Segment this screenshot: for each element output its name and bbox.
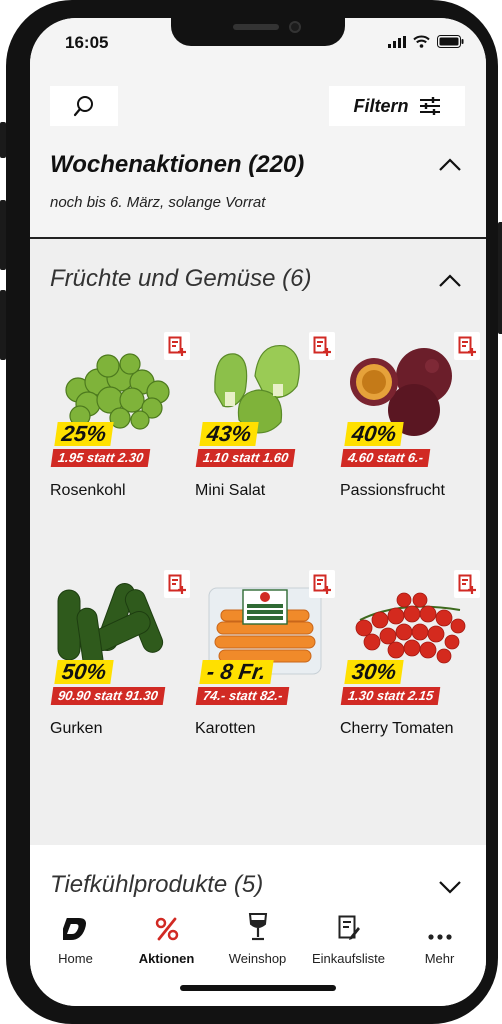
- price-label: 1.10 statt 1.60: [195, 449, 296, 467]
- product-name: Passionsfrucht: [340, 482, 445, 499]
- discount-badge: 50%: [54, 659, 114, 684]
- tab-aktionen[interactable]: Aktionen: [121, 905, 212, 975]
- price-label: 74.- statt 82.-: [195, 687, 290, 705]
- power-button: [498, 222, 502, 334]
- product-card[interactable]: 25% 1.95 statt 2.30 Rosenkohl: [50, 332, 190, 532]
- search-button[interactable]: [50, 86, 118, 126]
- tab-home[interactable]: Home: [30, 905, 121, 975]
- add-to-list-button[interactable]: [454, 332, 480, 360]
- more-icon: [427, 934, 452, 940]
- product-name: Cherry Tomaten: [340, 720, 454, 737]
- home-indicator: [180, 985, 336, 991]
- search-icon: [73, 96, 93, 117]
- add-to-list-icon: [168, 574, 186, 594]
- app-screen: 16:05 Filtern Wochenaktionen (220) noch …: [30, 18, 486, 1006]
- product-name: Mini Salat: [195, 482, 266, 499]
- discount-badge: 25%: [54, 421, 114, 446]
- add-to-list-icon: [458, 574, 476, 594]
- product-name: Gurken: [50, 720, 103, 737]
- tab-einkaufsliste[interactable]: Einkaufsliste: [303, 905, 394, 975]
- category-title[interactable]: Tiefkühlprodukte (5): [50, 871, 263, 899]
- add-to-list-icon: [313, 574, 331, 594]
- product-card[interactable]: 30% 1.30 statt 2.15 Cherry Tomaten: [340, 570, 480, 770]
- shopping-list-icon: [338, 915, 360, 940]
- product-card[interactable]: 43% 1.10 statt 1.60 Mini Salat: [195, 332, 335, 532]
- discount-badge: 40%: [344, 421, 404, 446]
- home-logo-icon: [62, 918, 86, 940]
- product-card[interactable]: 50% 90.90 statt 91.30 Gurken: [50, 570, 190, 770]
- percent-icon: [155, 917, 178, 941]
- add-to-list-button[interactable]: [164, 332, 190, 360]
- price-label: 1.30 statt 2.15: [340, 687, 441, 705]
- mute-switch: [0, 122, 6, 158]
- price-label: 90.90 statt 91.30: [50, 687, 165, 705]
- add-to-list-button[interactable]: [164, 570, 190, 598]
- product-card[interactable]: 40% 4.60 statt 6.- Passionsfrucht: [340, 332, 480, 532]
- tab-label: Home: [58, 951, 93, 966]
- tab-label: Mehr: [424, 951, 455, 966]
- chevron-up-icon[interactable]: [438, 274, 462, 288]
- status-time: 16:05: [65, 33, 109, 52]
- product-card[interactable]: - 8 Fr. 74.- statt 82.- Karotten: [195, 570, 335, 770]
- discount-badge: - 8 Fr.: [199, 659, 274, 684]
- tab-label: Einkaufsliste: [312, 951, 385, 966]
- chevron-up-icon[interactable]: [438, 158, 462, 172]
- add-to-list-icon: [168, 336, 186, 356]
- category-title[interactable]: Früchte und Gemüse (6): [50, 265, 311, 293]
- discount-badge: 30%: [344, 659, 404, 684]
- phone-frame: 16:05 Filtern Wochenaktionen (220) noch …: [0, 0, 502, 1024]
- volume-down-button: [0, 290, 6, 360]
- sliders-icon: [419, 97, 440, 115]
- camera: [289, 21, 301, 33]
- volume-up-button: [0, 200, 6, 270]
- notch: [171, 18, 345, 46]
- filter-button[interactable]: Filtern: [329, 86, 465, 126]
- tab-label: Weinshop: [228, 951, 287, 966]
- chevron-down-icon[interactable]: [438, 880, 462, 894]
- filter-label: Filtern: [353, 95, 409, 116]
- wine-glass-icon: [248, 913, 267, 941]
- price-label: 1.95 statt 2.30: [50, 449, 151, 467]
- battery-icon: [437, 35, 464, 48]
- add-to-list-button[interactable]: [309, 570, 335, 598]
- add-to-list-icon: [313, 336, 331, 356]
- tab-weinshop[interactable]: Weinshop: [212, 905, 303, 975]
- product-name: Karotten: [195, 720, 256, 737]
- tab-mehr[interactable]: Mehr: [394, 905, 485, 975]
- wifi-icon: [413, 35, 430, 48]
- discount-badge: 43%: [199, 421, 259, 446]
- speaker: [233, 24, 279, 30]
- promo-title: Wochenaktionen (220): [50, 151, 305, 178]
- signal-icon: [388, 35, 406, 48]
- tab-label: Aktionen: [138, 951, 195, 966]
- price-label: 4.60 statt 6.-: [340, 449, 431, 467]
- status-icons: [388, 35, 464, 48]
- product-name: Rosenkohl: [50, 482, 126, 499]
- add-to-list-button[interactable]: [309, 332, 335, 360]
- promo-subtitle: noch bis 6. März, solange Vorrat: [50, 194, 266, 211]
- add-to-list-icon: [458, 336, 476, 356]
- add-to-list-button[interactable]: [454, 570, 480, 598]
